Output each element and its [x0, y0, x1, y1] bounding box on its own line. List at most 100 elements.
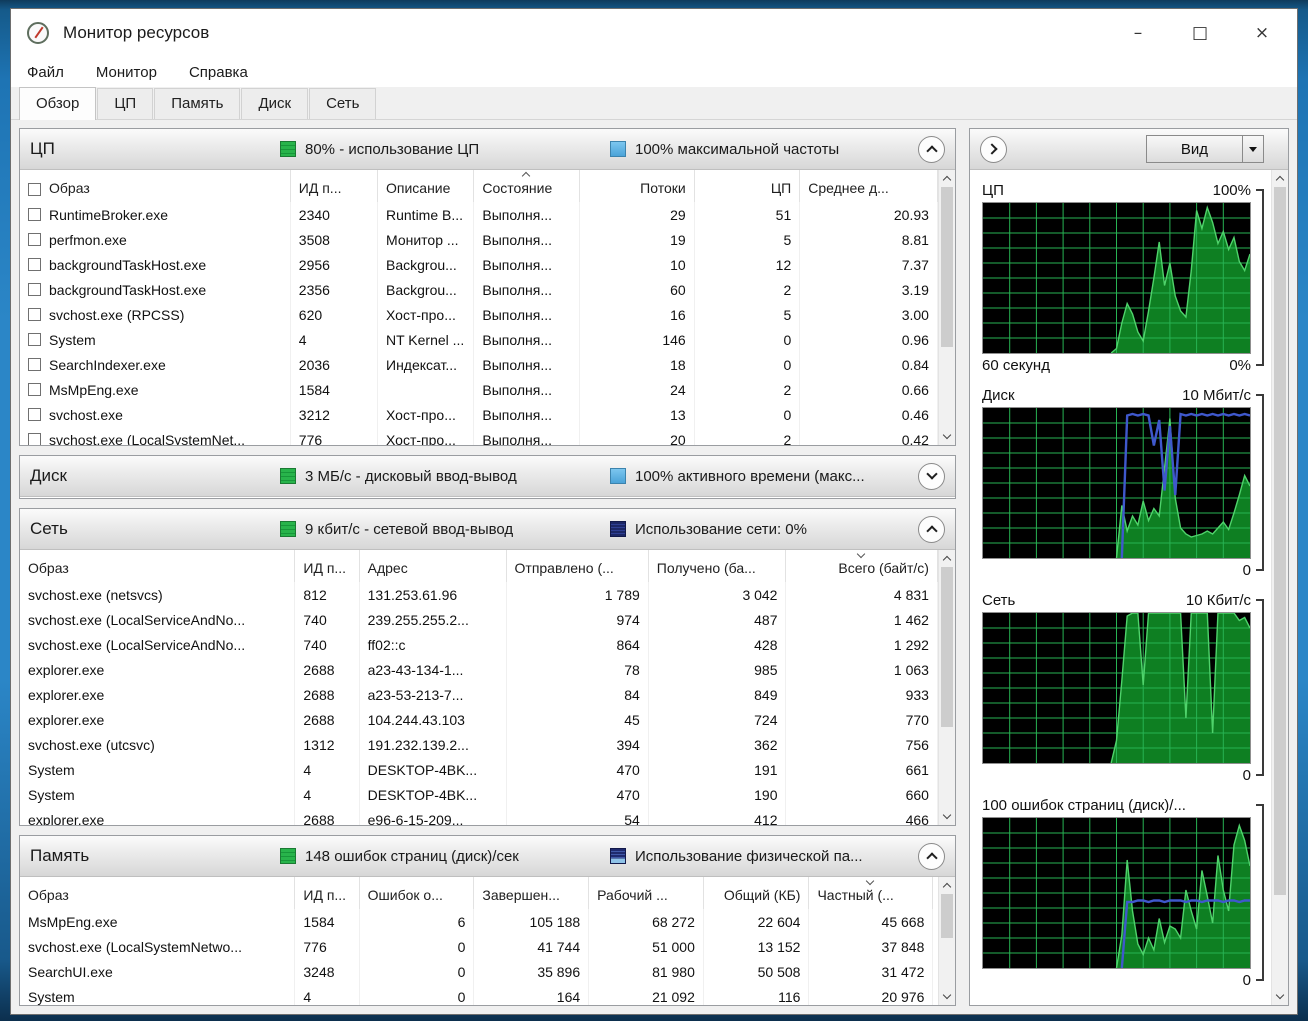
column-header-cpu-5[interactable]: ЦП — [695, 170, 801, 202]
cell: 13 152 — [704, 934, 810, 959]
cell: 60 — [580, 277, 695, 302]
row-checkbox[interactable] — [28, 333, 41, 346]
scroll-down-icon[interactable] — [939, 989, 955, 1005]
scrollbar-thumb[interactable] — [1274, 187, 1286, 895]
menu-file[interactable]: Файл — [27, 64, 64, 81]
collapse-panel-button[interactable] — [980, 136, 1007, 163]
table-row[interactable]: svchost.exe (RPCSS)620Хост-про...Выполня… — [20, 302, 938, 327]
table-row[interactable]: System4DESKTOP-4BK...470190660 — [20, 782, 938, 807]
table-row[interactable]: SearchUI.exe3248035 89681 98050 50831 47… — [20, 959, 938, 984]
scroll-up-icon[interactable] — [939, 877, 955, 893]
row-checkbox[interactable] — [28, 308, 41, 321]
row-checkbox[interactable] — [28, 358, 41, 371]
cell: MsMpEng.exe — [20, 909, 295, 934]
table-row[interactable]: perfmon.exe3508Монитор ...Выполня...1958… — [20, 227, 938, 252]
table-row[interactable]: svchost.exe (LocalServiceAndNo...740ff02… — [20, 632, 938, 657]
scroll-up-icon[interactable] — [939, 550, 955, 566]
table-row[interactable]: RuntimeBroker.exe2340Runtime B...Выполня… — [20, 202, 938, 227]
select-all-checkbox[interactable] — [28, 183, 41, 196]
tab-memory[interactable]: Память — [154, 88, 240, 119]
table-row[interactable]: explorer.exe2688104.244.43.10345724770 — [20, 707, 938, 732]
network-table-scrollbar[interactable] — [938, 550, 955, 825]
column-header-cpu-4[interactable]: Потоки — [580, 170, 695, 202]
table-row[interactable]: MsMpEng.exe1584Выполня...2420.66 — [20, 377, 938, 402]
memory-table-scrollbar[interactable] — [938, 877, 955, 1005]
sort-indicator-icon — [866, 877, 874, 885]
view-dropdown-button[interactable]: Вид — [1146, 135, 1264, 163]
table-row[interactable]: svchost.exe3212Хост-про...Выполня...1300… — [20, 402, 938, 427]
cell: 3 042 — [649, 582, 787, 607]
collapse-network-button[interactable] — [918, 516, 945, 543]
column-header-memory-6[interactable]: Частный (... — [809, 877, 933, 909]
maximize-button[interactable]: □ — [1169, 9, 1231, 57]
table-row[interactable]: svchost.exe (LocalSystemNetwo...776041 7… — [20, 934, 938, 959]
cpu-table-scrollbar[interactable] — [938, 170, 955, 445]
column-header-network-3[interactable]: Отправлено (... — [507, 550, 649, 582]
scroll-down-icon[interactable] — [939, 809, 955, 825]
table-row[interactable]: svchost.exe (utcsvc)1312191.232.139.2...… — [20, 732, 938, 757]
table-row[interactable]: explorer.exe2688a23-53-213-7...84849933 — [20, 682, 938, 707]
row-checkbox[interactable] — [28, 283, 41, 296]
cell: Хост-про... — [378, 302, 474, 327]
minimize-button[interactable]: – — [1107, 9, 1169, 57]
scroll-down-icon[interactable] — [1272, 989, 1288, 1005]
column-header-cpu-6[interactable]: Среднее д... — [800, 170, 938, 202]
row-checkbox[interactable] — [28, 408, 41, 421]
table-row[interactable]: System4DESKTOP-4BK...470191661 — [20, 757, 938, 782]
tab-disk[interactable]: Диск — [241, 88, 308, 119]
menu-help[interactable]: Справка — [189, 64, 248, 81]
column-header-memory-4[interactable]: Рабочий ... — [589, 877, 704, 909]
table-row[interactable]: SearchIndexer.exe2036Индексат...Выполня.… — [20, 352, 938, 377]
row-checkbox[interactable] — [28, 383, 41, 396]
scroll-down-icon[interactable] — [939, 429, 955, 445]
cell: 776 — [291, 427, 378, 445]
menu-monitor[interactable]: Монитор — [96, 64, 157, 81]
row-checkbox[interactable] — [28, 233, 41, 246]
table-row[interactable]: MsMpEng.exe15846105 18868 27222 60445 66… — [20, 909, 938, 934]
scrollbar-thumb[interactable] — [941, 187, 953, 347]
cell: 10 — [580, 252, 695, 277]
table-row[interactable]: svchost.exe (LocalServiceAndNo...740239.… — [20, 607, 938, 632]
column-header-cpu-3[interactable]: Состояние — [474, 170, 580, 202]
cell: 4 831 — [786, 582, 937, 607]
close-button[interactable]: × — [1231, 9, 1293, 57]
row-checkbox[interactable] — [28, 258, 41, 271]
table-row[interactable]: svchost.exe (netsvcs)812131.253.61.961 7… — [20, 582, 938, 607]
column-header-memory-1[interactable]: ИД п... — [295, 877, 359, 909]
column-header-memory-2[interactable]: Ошибок о... — [360, 877, 475, 909]
tab-overview[interactable]: Обзор — [19, 87, 96, 120]
expand-disk-button[interactable] — [918, 463, 945, 490]
column-header-memory-0[interactable]: Образ — [20, 877, 295, 909]
column-header-network-1[interactable]: ИД п... — [295, 550, 359, 582]
column-header-network-4[interactable]: Получено (ба... — [649, 550, 787, 582]
column-header-network-5[interactable]: Всего (байт/с) — [786, 550, 937, 582]
table-row[interactable]: backgroundTaskHost.exe2956Backgrou...Вып… — [20, 252, 938, 277]
column-header-cpu-1[interactable]: ИД п... — [291, 170, 378, 202]
cell: 104.244.43.103 — [360, 707, 507, 732]
column-header-network-2[interactable]: Адрес — [360, 550, 507, 582]
panel-scrollbar[interactable] — [1271, 170, 1288, 1005]
column-header-cpu-0[interactable]: Образ — [20, 170, 291, 202]
column-header-memory-3[interactable]: Завершен... — [474, 877, 589, 909]
tab-network[interactable]: Сеть — [309, 88, 376, 119]
scroll-up-icon[interactable] — [939, 170, 955, 186]
column-header-network-0[interactable]: Образ — [20, 550, 295, 582]
collapse-memory-button[interactable] — [918, 843, 945, 870]
cell: Выполня... — [474, 352, 580, 377]
table-row[interactable]: System4NT Kernel ...Выполня...14600.96 — [20, 327, 938, 352]
scrollbar-thumb[interactable] — [941, 894, 953, 938]
collapse-cpu-button[interactable] — [918, 136, 945, 163]
graphs-panel-toolbar: Вид — [970, 129, 1288, 170]
table-row[interactable]: svchost.exe (LocalSystemNet...776Хост-пр… — [20, 427, 938, 445]
scroll-up-icon[interactable] — [1272, 170, 1288, 186]
column-header-memory-5[interactable]: Общий (КБ) — [704, 877, 810, 909]
table-row[interactable]: explorer.exe2688e96-6-15-209...54412466 — [20, 807, 938, 825]
scrollbar-thumb[interactable] — [941, 567, 953, 727]
row-checkbox[interactable] — [28, 433, 41, 445]
column-header-cpu-2[interactable]: Описание — [378, 170, 474, 202]
tab-cpu[interactable]: ЦП — [97, 88, 153, 119]
row-checkbox[interactable] — [28, 208, 41, 221]
table-row[interactable]: System4016421 09211620 976 — [20, 984, 938, 1005]
table-row[interactable]: explorer.exe2688a23-43-134-1...789851 06… — [20, 657, 938, 682]
table-row[interactable]: backgroundTaskHost.exe2356Backgrou...Вып… — [20, 277, 938, 302]
